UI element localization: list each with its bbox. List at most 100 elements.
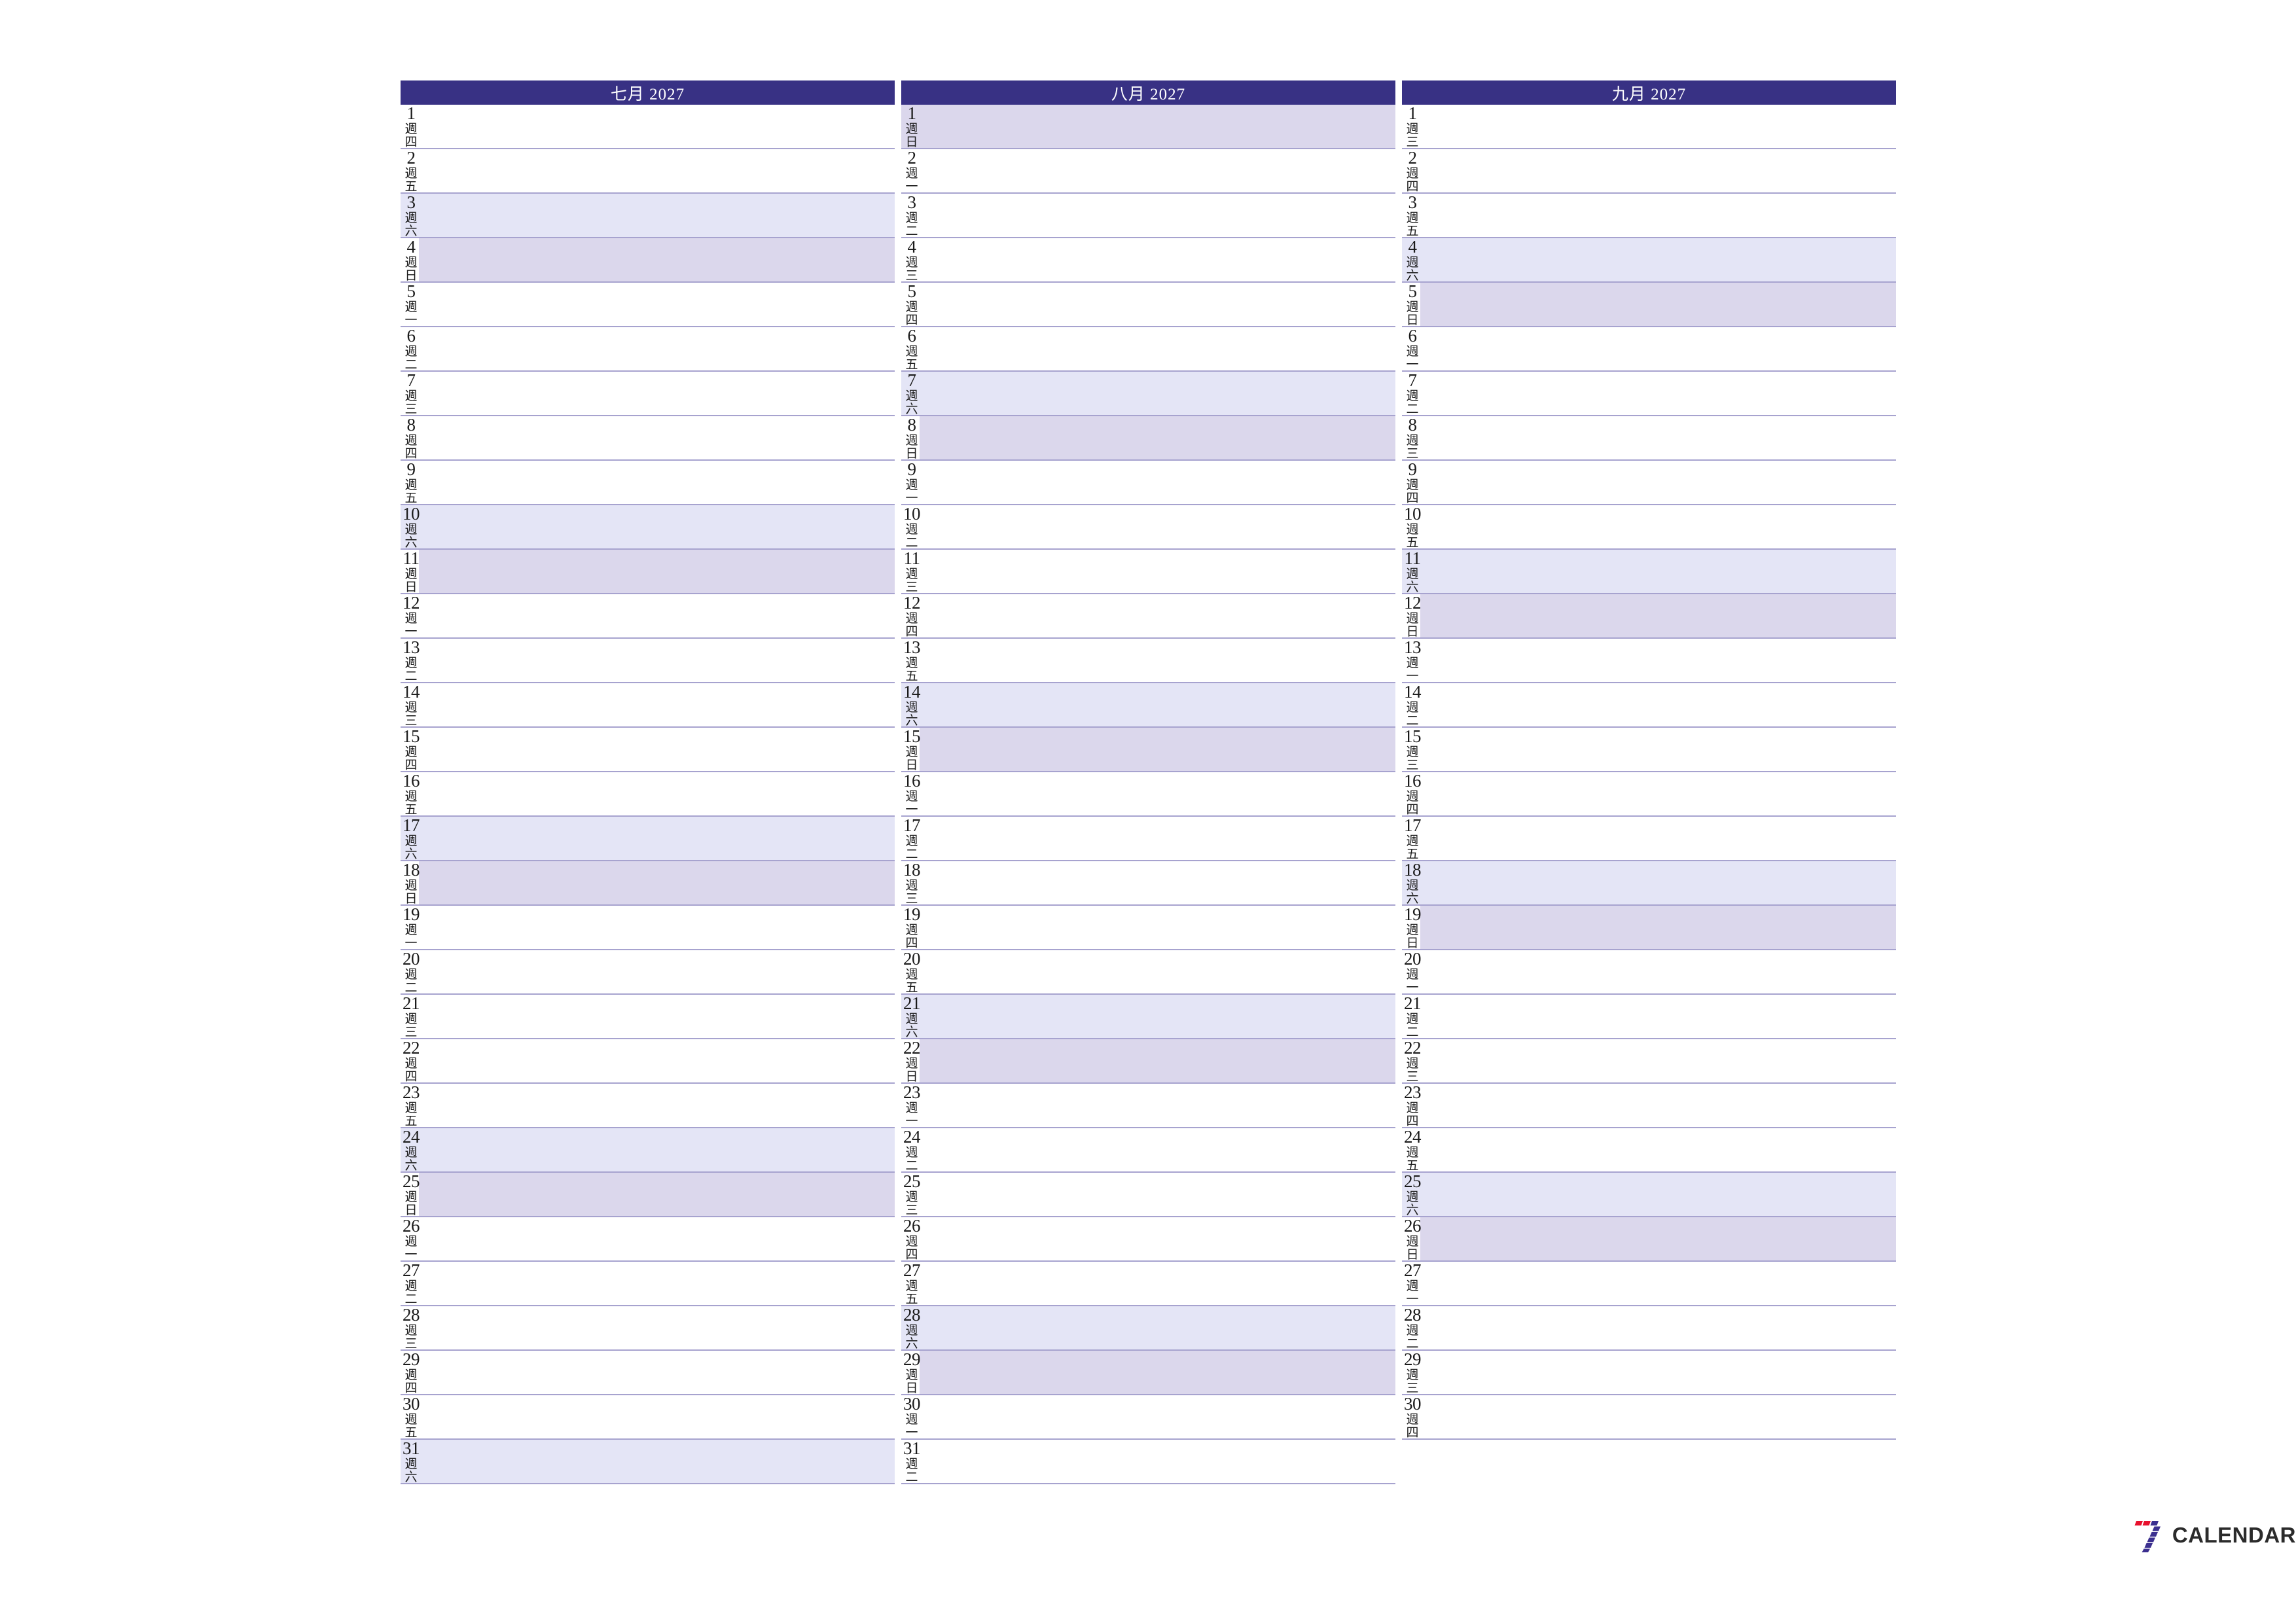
day-row[interactable]: 2週四 (1402, 149, 1896, 194)
day-row[interactable]: 13 週五 (901, 639, 1395, 683)
day-label: 5週一 (401, 283, 419, 326)
day-row[interactable]: 26 週一 (401, 1217, 895, 1262)
day-row[interactable]: 23 週五 (401, 1084, 895, 1128)
day-row[interactable]: 16 週一 (901, 772, 1395, 817)
weekday-label: 週日 (905, 434, 918, 459)
weekday-char: 週 (1406, 656, 1419, 670)
day-row[interactable]: 19 週四 (901, 906, 1395, 950)
day-row[interactable]: 20 週二 (401, 950, 895, 995)
day-row[interactable]: 30 週一 (901, 1395, 1395, 1440)
day-row[interactable]: 3週六 (401, 194, 895, 238)
day-row[interactable]: 25 週三 (901, 1173, 1395, 1217)
day-row[interactable]: 16 週四 (1402, 772, 1896, 817)
day-row[interactable]: 7週二 (1402, 372, 1896, 416)
day-row[interactable]: 6週二 (401, 327, 895, 372)
day-row[interactable]: 14 週三 (401, 683, 895, 728)
day-row[interactable]: 18 週日 (401, 861, 895, 906)
day-row[interactable]: 11 週日 (401, 550, 895, 594)
day-row[interactable]: 20 週一 (1402, 950, 1896, 995)
day-row[interactable]: 23 週四 (1402, 1084, 1896, 1128)
day-row[interactable]: 18 週三 (901, 861, 1395, 906)
month-column: 九月 2027 1 週三 2 週四 3 週五 4 週六 5 週日 6 週一 7 週二 8 週三 9 週四 10 週五 11… (1402, 80, 1896, 1540)
day-row[interactable]: 8週四 (401, 416, 895, 461)
day-row[interactable]: 30 週四 (1402, 1395, 1896, 1440)
day-row[interactable]: 20 週五 (901, 950, 1395, 995)
day-row[interactable]: 4週日 (401, 238, 895, 283)
day-row[interactable]: 22 週日 (901, 1039, 1395, 1084)
day-row[interactable]: 9週一 (901, 461, 1395, 505)
day-row[interactable]: 1週三 (1402, 105, 1896, 149)
day-row[interactable]: 2週一 (901, 149, 1395, 194)
day-row[interactable]: 5週日 (1402, 283, 1896, 327)
day-row[interactable]: 12 週日 (1402, 594, 1896, 639)
day-row[interactable]: 8週日 (901, 416, 1395, 461)
day-row[interactable]: 31 週六 (401, 1440, 895, 1484)
day-row[interactable]: 17 週五 (1402, 817, 1896, 861)
day-row[interactable]: 4週三 (901, 238, 1395, 283)
day-row[interactable]: 31 週二 (901, 1440, 1395, 1484)
day-number: 10 (903, 505, 921, 524)
day-row[interactable]: 29 週日 (901, 1351, 1395, 1395)
day-row[interactable]: 29 週四 (401, 1351, 895, 1395)
day-row[interactable]: 26 週日 (1402, 1217, 1896, 1262)
day-row[interactable]: 3週二 (901, 194, 1395, 238)
day-row[interactable]: 22 週四 (401, 1039, 895, 1084)
day-row[interactable]: 28 週二 (1402, 1306, 1896, 1351)
day-row[interactable]: 17 週六 (401, 817, 895, 861)
day-row[interactable]: 1週四 (401, 105, 895, 149)
day-row[interactable]: 24 週五 (1402, 1128, 1896, 1173)
day-row[interactable]: 8週三 (1402, 416, 1896, 461)
day-row[interactable]: 24 週二 (901, 1128, 1395, 1173)
day-row[interactable]: 11 週六 (1402, 550, 1896, 594)
day-row[interactable]: 25 週六 (1402, 1173, 1896, 1217)
day-row[interactable]: 22 週三 (1402, 1039, 1896, 1084)
day-row[interactable]: 21 週二 (1402, 995, 1896, 1039)
day-row[interactable]: 15 週三 (1402, 728, 1896, 772)
day-row[interactable]: 2週五 (401, 149, 895, 194)
day-row[interactable]: 28 週三 (401, 1306, 895, 1351)
day-row[interactable]: 17 週二 (901, 817, 1395, 861)
day-row[interactable]: 13 週一 (1402, 639, 1896, 683)
day-row[interactable]: 18 週六 (1402, 861, 1896, 906)
day-row[interactable]: 19 週日 (1402, 906, 1896, 950)
day-row[interactable]: 19 週一 (401, 906, 895, 950)
day-row[interactable]: 10 週五 (1402, 505, 1896, 550)
day-row[interactable]: 9週四 (1402, 461, 1896, 505)
day-row[interactable]: 11 週三 (901, 550, 1395, 594)
day-row[interactable]: 28 週六 (901, 1306, 1395, 1351)
day-row[interactable]: 15 週四 (401, 728, 895, 772)
day-row[interactable]: 29 週三 (1402, 1351, 1896, 1395)
day-row[interactable]: 4週六 (1402, 238, 1896, 283)
day-row[interactable]: 15 週日 (901, 728, 1395, 772)
day-label: 15 週四 (401, 728, 420, 771)
day-row[interactable]: 1週日 (901, 105, 1395, 149)
day-row[interactable]: 10 週六 (401, 505, 895, 550)
day-row[interactable]: 24 週六 (401, 1128, 895, 1173)
day-row[interactable]: 6週一 (1402, 327, 1896, 372)
day-row[interactable]: 16 週五 (401, 772, 895, 817)
day-row[interactable]: 27 週一 (1402, 1262, 1896, 1306)
day-row[interactable]: 9週五 (401, 461, 895, 505)
day-row[interactable]: 21 週六 (901, 995, 1395, 1039)
day-row[interactable]: 26 週四 (901, 1217, 1395, 1262)
day-row[interactable]: 12 週一 (401, 594, 895, 639)
day-label: 30 週四 (1402, 1395, 1422, 1438)
day-row[interactable]: 5週四 (901, 283, 1395, 327)
day-row[interactable]: 10 週二 (901, 505, 1395, 550)
day-row[interactable]: 3週五 (1402, 194, 1896, 238)
day-row[interactable]: 21 週三 (401, 995, 895, 1039)
day-row[interactable]: 27 週二 (401, 1262, 895, 1306)
day-row[interactable]: 14 週六 (901, 683, 1395, 728)
day-label: 10 週六 (401, 505, 420, 548)
day-row[interactable]: 5週一 (401, 283, 895, 327)
day-row[interactable]: 23 週一 (901, 1084, 1395, 1128)
day-row[interactable]: 27 週五 (901, 1262, 1395, 1306)
day-row[interactable]: 6週五 (901, 327, 1395, 372)
day-row[interactable]: 12 週四 (901, 594, 1395, 639)
day-row[interactable]: 14 週二 (1402, 683, 1896, 728)
day-row[interactable]: 25 週日 (401, 1173, 895, 1217)
day-row[interactable]: 30 週五 (401, 1395, 895, 1440)
day-row[interactable]: 7週三 (401, 372, 895, 416)
day-row[interactable]: 13 週二 (401, 639, 895, 683)
day-row[interactable]: 7週六 (901, 372, 1395, 416)
